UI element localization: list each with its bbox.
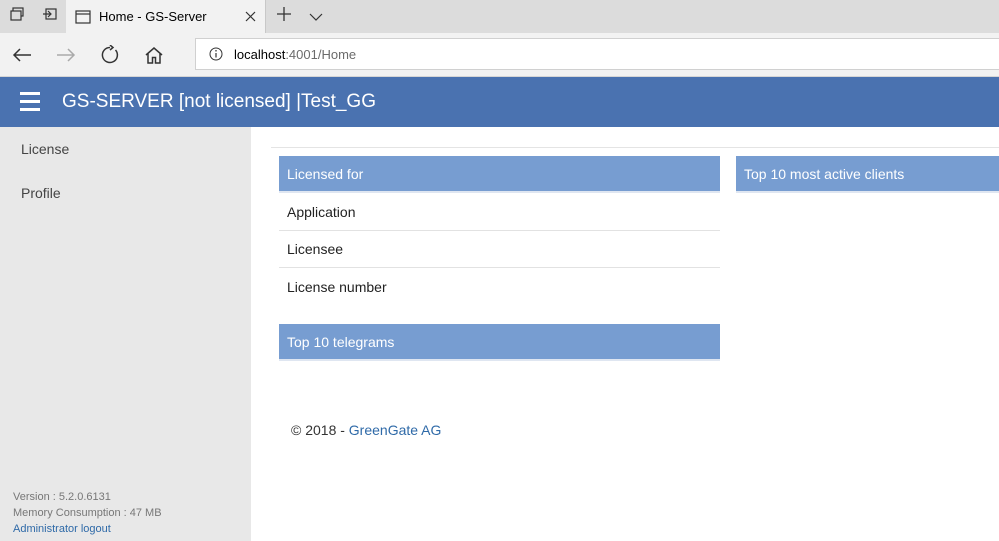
browser-nav-bar: localhost:4001/Home — [0, 33, 999, 77]
list-item-license-number: License number — [287, 278, 387, 295]
footer: © 2018 - GreenGate AG — [291, 422, 441, 438]
new-tab-button[interactable] — [267, 0, 300, 33]
url-host: localhost — [234, 46, 286, 62]
set-aside-tabs-button[interactable] — [33, 0, 66, 33]
browser-tab-home[interactable]: Home - GS-Server — [66, 0, 266, 33]
tab-manager-button[interactable] — [0, 0, 33, 33]
refresh-icon — [101, 45, 119, 64]
main-content: Licensed for Application Licensee Licens… — [251, 127, 999, 541]
tab-preview-button[interactable] — [299, 0, 332, 33]
menu-toggle-button[interactable] — [20, 92, 42, 112]
sidebar: License Profile Version : 5.2.0.6131 Mem… — [0, 127, 251, 541]
back-arrow-icon — [12, 48, 31, 62]
new-tab-icon — [276, 7, 291, 26]
refresh-button[interactable] — [88, 33, 132, 77]
set-aside-tabs-icon — [42, 6, 58, 27]
address-bar[interactable]: localhost:4001/Home — [195, 38, 999, 70]
chevron-down-icon — [309, 8, 323, 26]
copyright-text: © 2018 - — [291, 422, 349, 438]
browser-tab-strip: Home - GS-Server — [0, 0, 999, 33]
app-title: GS-SERVER [not licensed] |Test_GG — [62, 91, 376, 112]
licensed-for-heading: Licensed for — [279, 156, 720, 193]
version-text: Version : 5.2.0.6131 — [13, 491, 111, 503]
back-button[interactable] — [0, 33, 44, 77]
forward-button[interactable] — [44, 33, 88, 77]
app-header: GS-SERVER [not licensed] |Test_GG — [0, 77, 999, 127]
close-icon — [245, 11, 255, 22]
list-item-licensee: Licensee — [279, 231, 720, 268]
url-path: :4001/Home — [285, 46, 357, 62]
company-link[interactable]: GreenGate AG — [349, 422, 442, 438]
memory-text: Memory Consumption : 47 MB — [13, 507, 162, 519]
forward-arrow-icon — [57, 48, 76, 62]
tab-title: Home - GS-Server — [99, 9, 207, 24]
admin-logout-link[interactable]: Administrator logout — [13, 523, 111, 535]
sidebar-item-profile[interactable]: Profile — [21, 185, 61, 201]
tab-manager-icon — [9, 6, 25, 27]
home-icon — [145, 47, 163, 64]
hamburger-icon — [20, 92, 40, 95]
sidebar-item-license[interactable]: License — [21, 141, 69, 157]
home-button[interactable] — [132, 33, 176, 77]
tab-close-button[interactable] — [235, 2, 265, 32]
divider — [271, 147, 999, 148]
top-telegrams-heading: Top 10 telegrams — [279, 324, 720, 361]
list-item-application: Application — [279, 194, 720, 231]
top-clients-heading: Top 10 most active clients — [736, 156, 999, 193]
page-icon — [75, 9, 91, 25]
info-icon[interactable] — [208, 46, 224, 62]
url-text: localhost:4001/Home — [234, 47, 356, 62]
